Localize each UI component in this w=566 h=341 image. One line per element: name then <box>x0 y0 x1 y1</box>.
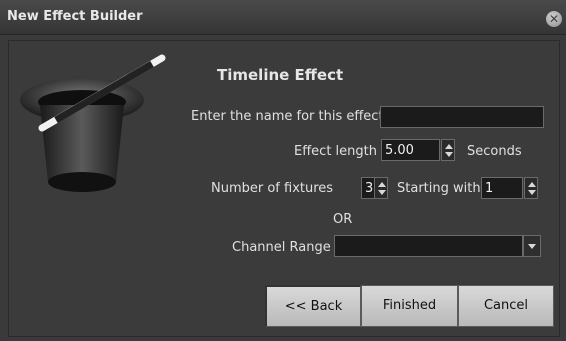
or-separator: OR <box>333 212 353 227</box>
spin-down-icon[interactable] <box>378 190 386 195</box>
fixtures-spinner[interactable] <box>374 177 388 199</box>
effect-name-field[interactable] <box>380 106 544 128</box>
window-title: New Effect Builder <box>7 9 143 24</box>
channel-range-combo[interactable] <box>334 235 523 257</box>
effect-length-spinner[interactable] <box>441 139 455 161</box>
spin-down-icon[interactable] <box>445 152 453 157</box>
effect-length-unit: Seconds <box>467 144 522 159</box>
fixtures-label: Number of fixtures <box>211 181 334 196</box>
title-bar: New Effect Builder ✕ <box>0 0 566 35</box>
close-icon[interactable]: ✕ <box>546 11 562 27</box>
effect-type-heading: Timeline Effect <box>217 66 344 84</box>
spin-up-icon[interactable] <box>528 182 536 187</box>
spin-up-icon[interactable] <box>378 182 386 187</box>
spin-up-icon[interactable] <box>445 144 453 149</box>
starting-with-label: Starting with <box>397 181 481 196</box>
spin-down-icon[interactable] <box>528 190 536 195</box>
magic-hat-icon <box>20 54 166 192</box>
fixtures-input[interactable]: 3 <box>361 177 375 199</box>
effect-length-label: Effect length <box>294 144 377 159</box>
starting-with-spinner[interactable] <box>524 177 538 199</box>
cancel-button[interactable]: Cancel <box>458 285 554 327</box>
starting-with-input[interactable]: 1 <box>481 177 523 199</box>
finished-button[interactable]: Finished <box>361 285 458 327</box>
back-button[interactable]: << Back <box>265 285 361 327</box>
effect-length-input[interactable]: 5.00 <box>381 139 440 161</box>
effect-name-label: Enter the name for this effect <box>191 109 384 124</box>
dropdown-arrow-icon[interactable] <box>523 235 541 257</box>
channel-range-label: Channel Range <box>232 240 331 255</box>
effect-builder-window: New Effect Builder ✕ Timeline Effect Ent… <box>0 0 566 341</box>
